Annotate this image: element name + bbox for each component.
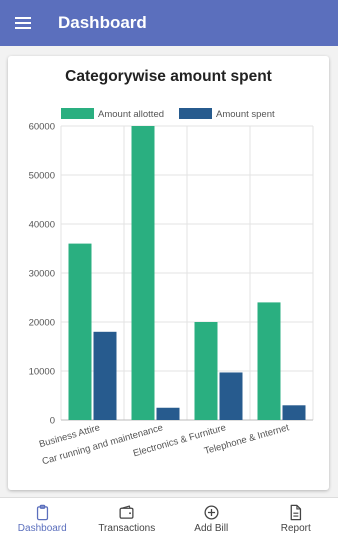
nav-label-transactions: Transactions	[98, 523, 155, 534]
y-tick-label: 20000	[29, 318, 55, 329]
menu-icon	[15, 14, 31, 32]
bar	[157, 408, 180, 420]
nav-label-dashboard: Dashboard	[18, 523, 67, 534]
legend-swatch	[61, 108, 94, 119]
nav-label-report: Report	[281, 523, 311, 534]
y-tick-label: 60000	[29, 122, 55, 133]
bar	[283, 405, 306, 420]
bar	[69, 244, 92, 420]
nav-dashboard[interactable]: Dashboard	[0, 498, 85, 542]
y-tick-label: 50000	[29, 171, 55, 182]
legend-swatch	[179, 108, 212, 119]
bar	[220, 372, 243, 420]
y-tick-label: 30000	[29, 269, 55, 280]
wallet-icon	[118, 504, 135, 521]
document-icon	[287, 504, 304, 521]
legend-label: Amount allotted	[98, 109, 164, 120]
bar-chart: 0100002000030000400005000060000Business …	[8, 56, 329, 490]
nav-label-add-bill: Add Bill	[194, 523, 228, 534]
add-circle-icon	[203, 504, 220, 521]
menu-button[interactable]	[0, 0, 46, 46]
nav-add-bill[interactable]: Add Bill	[169, 498, 254, 542]
bottom-navigation: Dashboard Transactions Add Bill Report	[0, 497, 338, 542]
clipboard-icon	[34, 504, 51, 521]
bar	[195, 322, 218, 420]
nav-report[interactable]: Report	[254, 498, 338, 542]
nav-transactions[interactable]: Transactions	[85, 498, 170, 542]
bar	[94, 332, 117, 420]
app-bar: Dashboard	[0, 0, 338, 46]
y-tick-label: 0	[50, 416, 55, 427]
bar	[132, 126, 155, 420]
chart-card: Categorywise amount spent 01000020000300…	[8, 56, 329, 490]
y-tick-label: 10000	[29, 367, 55, 378]
y-tick-label: 40000	[29, 220, 55, 231]
bar	[258, 302, 281, 420]
page-title: Dashboard	[58, 13, 147, 33]
legend-label: Amount spent	[216, 109, 275, 120]
